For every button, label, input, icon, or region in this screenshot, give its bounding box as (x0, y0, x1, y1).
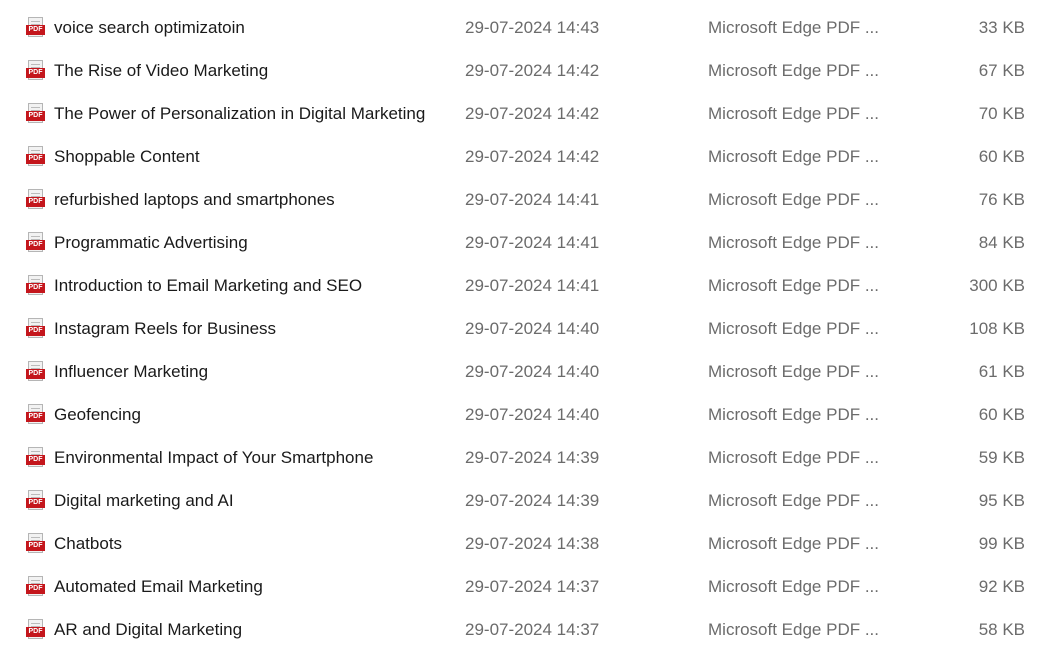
file-size: 60 KB (978, 147, 1025, 166)
file-size: 61 KB (978, 362, 1025, 381)
file-date-modified: 29-07-2024 14:42 (465, 147, 600, 166)
file-row[interactable]: PDF The Power of Personalization in Digi… (0, 93, 1063, 136)
file-name: Automated Email Marketing (54, 577, 263, 596)
file-size: 92 KB (978, 577, 1025, 596)
file-name: The Rise of Video Marketing (54, 61, 269, 80)
file-size: 67 KB (978, 61, 1025, 80)
file-row[interactable]: PDF Shoppable Content 29-07-2024 14:42 M… (0, 136, 1063, 179)
file-date-modified: 29-07-2024 14:41 (465, 276, 600, 295)
file-size: 76 KB (978, 190, 1025, 209)
file-date-modified: 29-07-2024 14:39 (465, 491, 600, 510)
file-type: Microsoft Edge PDF ... (708, 620, 879, 639)
pdf-file-icon: PDF (26, 576, 46, 598)
file-type: Microsoft Edge PDF ... (708, 362, 879, 381)
pdf-file-icon: PDF (26, 318, 46, 340)
file-date-modified: 29-07-2024 14:41 (465, 233, 600, 252)
file-list: PDF voice search optimizatoin 29-07-2024… (0, 7, 1063, 652)
file-type: Microsoft Edge PDF ... (708, 319, 879, 338)
pdf-file-icon: PDF (26, 490, 46, 512)
file-row[interactable]: PDF Digital marketing and AI 29-07-2024 … (0, 480, 1063, 523)
file-name: refurbished laptops and smartphones (54, 190, 335, 209)
file-name: Chatbots (54, 534, 123, 553)
file-type: Microsoft Edge PDF ... (708, 405, 879, 424)
file-type: Microsoft Edge PDF ... (708, 276, 879, 295)
file-size: 59 KB (978, 448, 1025, 467)
file-date-modified: 29-07-2024 14:42 (465, 104, 600, 123)
pdf-file-icon: PDF (26, 275, 46, 297)
file-row[interactable]: PDF Environmental Impact of Your Smartph… (0, 437, 1063, 480)
file-date-modified: 29-07-2024 14:42 (465, 61, 600, 80)
file-type: Microsoft Edge PDF ... (708, 534, 879, 553)
file-name: Instagram Reels for Business (54, 319, 277, 338)
file-size: 99 KB (978, 534, 1025, 553)
file-name: Environmental Impact of Your Smartphone (54, 448, 374, 467)
file-row[interactable]: PDF refurbished laptops and smartphones … (0, 179, 1063, 222)
file-size: 58 KB (978, 620, 1025, 639)
file-size: 33 KB (978, 18, 1025, 37)
file-type: Microsoft Edge PDF ... (708, 233, 879, 252)
file-row[interactable]: PDF Instagram Reels for Business 29-07-2… (0, 308, 1063, 351)
pdf-file-icon: PDF (26, 60, 46, 82)
file-type: Microsoft Edge PDF ... (708, 61, 879, 80)
file-name: Influencer Marketing (54, 362, 209, 381)
file-name: Geofencing (54, 405, 141, 424)
file-date-modified: 29-07-2024 14:40 (465, 319, 600, 338)
file-type: Microsoft Edge PDF ... (708, 104, 879, 123)
pdf-file-icon: PDF (26, 619, 46, 641)
pdf-file-icon: PDF (26, 447, 46, 469)
file-row[interactable]: PDF Influencer Marketing 29-07-2024 14:4… (0, 351, 1063, 394)
file-row[interactable]: PDF Programmatic Advertising 29-07-2024 … (0, 222, 1063, 265)
file-size: 108 KB (969, 319, 1025, 338)
pdf-file-icon: PDF (26, 361, 46, 383)
file-date-modified: 29-07-2024 14:39 (465, 448, 600, 467)
file-row[interactable]: PDF AR and Digital Marketing 29-07-2024 … (0, 609, 1063, 652)
file-type: Microsoft Edge PDF ... (708, 190, 879, 209)
pdf-file-icon: PDF (26, 146, 46, 168)
file-size: 84 KB (978, 233, 1025, 252)
file-name: The Power of Personalization in Digital … (54, 104, 426, 123)
file-date-modified: 29-07-2024 14:41 (465, 190, 600, 209)
file-date-modified: 29-07-2024 14:40 (465, 405, 600, 424)
file-date-modified: 29-07-2024 14:38 (465, 534, 600, 553)
pdf-file-icon: PDF (26, 232, 46, 254)
file-size: 95 KB (978, 491, 1025, 510)
file-date-modified: 29-07-2024 14:37 (465, 577, 600, 596)
file-row[interactable]: PDF voice search optimizatoin 29-07-2024… (0, 7, 1063, 50)
pdf-file-icon: PDF (26, 533, 46, 555)
file-row[interactable]: PDF Chatbots 29-07-2024 14:38 Microsoft … (0, 523, 1063, 566)
file-name: AR and Digital Marketing (54, 620, 243, 639)
pdf-file-icon: PDF (26, 17, 46, 39)
file-type: Microsoft Edge PDF ... (708, 448, 879, 467)
file-row[interactable]: PDF Introduction to Email Marketing and … (0, 265, 1063, 308)
file-date-modified: 29-07-2024 14:43 (465, 18, 600, 37)
pdf-file-icon: PDF (26, 189, 46, 211)
file-type: Microsoft Edge PDF ... (708, 18, 879, 37)
file-name: Introduction to Email Marketing and SEO (54, 276, 363, 295)
file-date-modified: 29-07-2024 14:37 (465, 620, 600, 639)
file-size: 60 KB (978, 405, 1025, 424)
file-type: Microsoft Edge PDF ... (708, 147, 879, 166)
file-name: Shoppable Content (54, 147, 200, 166)
file-date-modified: 29-07-2024 14:40 (465, 362, 600, 381)
file-row[interactable]: PDF Geofencing 29-07-2024 14:40 Microsof… (0, 394, 1063, 437)
pdf-file-icon: PDF (26, 103, 46, 125)
file-row[interactable]: PDF Automated Email Marketing 29-07-2024… (0, 566, 1063, 609)
file-name: Programmatic Advertising (54, 233, 248, 252)
file-row[interactable]: PDF The Rise of Video Marketing 29-07-20… (0, 50, 1063, 93)
file-name: voice search optimizatoin (54, 18, 245, 37)
file-type: Microsoft Edge PDF ... (708, 491, 879, 510)
file-size: 70 KB (978, 104, 1025, 123)
file-size: 300 KB (969, 276, 1025, 295)
file-name: Digital marketing and AI (54, 491, 234, 510)
pdf-file-icon: PDF (26, 404, 46, 426)
file-type: Microsoft Edge PDF ... (708, 577, 879, 596)
